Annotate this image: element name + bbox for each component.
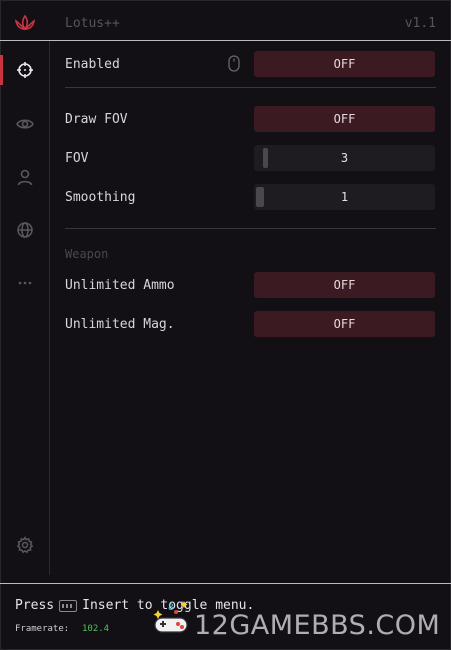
app-version: v1.1 bbox=[404, 16, 436, 31]
app-title: Lotus++ bbox=[65, 16, 120, 31]
framerate-value: 102.4 bbox=[82, 624, 110, 634]
settings-button[interactable] bbox=[0, 528, 50, 562]
smoothing-value: 1 bbox=[340, 190, 349, 204]
unlimited-mag-toggle[interactable]: OFF bbox=[254, 311, 435, 337]
more-dots-icon bbox=[18, 281, 32, 285]
fov-slider-thumb[interactable] bbox=[263, 148, 268, 168]
enabled-label: Enabled bbox=[65, 57, 120, 72]
sidebar bbox=[0, 41, 50, 575]
keyboard-icon bbox=[59, 599, 78, 612]
enabled-toggle[interactable]: OFF bbox=[254, 51, 435, 77]
sidebar-item-world[interactable] bbox=[0, 213, 50, 247]
smoothing-slider-thumb[interactable] bbox=[256, 187, 264, 207]
unlimited-ammo-toggle[interactable]: OFF bbox=[254, 272, 435, 298]
header-divider bbox=[0, 40, 451, 41]
framerate-label: Framerate: bbox=[15, 624, 70, 634]
fov-value: 3 bbox=[340, 151, 349, 165]
sidebar-item-misc[interactable] bbox=[0, 266, 50, 300]
gamepad-watermark-icon: 8 bbox=[153, 601, 188, 633]
gear-icon bbox=[16, 536, 34, 554]
weapon-section-title: Weapon bbox=[65, 247, 109, 261]
sidebar-item-player[interactable] bbox=[0, 160, 50, 194]
user-icon bbox=[17, 169, 33, 186]
globe-icon bbox=[17, 222, 33, 238]
section-divider bbox=[65, 87, 436, 88]
crosshair-icon bbox=[17, 62, 33, 78]
eye-icon bbox=[16, 119, 34, 129]
smoothing-label: Smoothing bbox=[65, 190, 136, 205]
watermark-text: 12GAMEBBS.COM bbox=[194, 610, 441, 641]
fov-slider[interactable]: 3 bbox=[254, 145, 435, 171]
smoothing-slider[interactable]: 1 bbox=[254, 184, 435, 210]
draw-fov-toggle[interactable]: OFF bbox=[254, 106, 435, 132]
unlimited-ammo-label: Unlimited Ammo bbox=[65, 278, 175, 293]
fov-label: FOV bbox=[65, 151, 89, 166]
hint-prefix: Press bbox=[15, 598, 55, 613]
section-divider bbox=[65, 228, 436, 229]
sidebar-item-aimbot[interactable] bbox=[0, 53, 50, 87]
footer-divider bbox=[0, 583, 451, 584]
svg-text:8: 8 bbox=[168, 603, 174, 613]
draw-fov-label: Draw FOV bbox=[65, 112, 128, 127]
unlimited-mag-label: Unlimited Mag. bbox=[65, 317, 175, 332]
lotus-logo-icon bbox=[14, 14, 36, 31]
mouse-icon[interactable] bbox=[228, 55, 240, 72]
sidebar-item-visuals[interactable] bbox=[0, 107, 50, 141]
